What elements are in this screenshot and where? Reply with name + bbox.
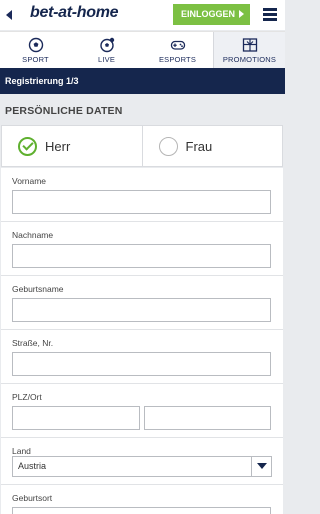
field-vorname: Vorname [1,168,283,222]
login-button[interactable]: EINLOGGEN [173,4,250,25]
field-plz-ort: PLZ/Ort [1,384,283,438]
radio-checked-icon[interactable] [18,136,37,156]
field-label: PLZ/Ort [12,392,42,402]
tab-label: SPORT [22,55,49,64]
tab-label: ESPORTS [158,55,197,64]
ort-input[interactable] [144,406,271,430]
field-label: Land [12,446,31,456]
field-label: Vorname [12,176,47,186]
tab-esports[interactable]: ESPORTS [142,32,213,68]
tab-label: PROMOTIONS [222,55,277,64]
field-label: Nachname [12,230,54,240]
nachname-input[interactable] [12,244,271,268]
back-arrow-icon[interactable] [6,10,12,20]
tab-live[interactable]: LIVE [71,32,142,68]
brand-logo[interactable]: bet-at-home [30,4,119,22]
gender-option-herr[interactable]: Herr [2,126,142,166]
field-geburtsname: Geburtsname [1,276,283,330]
chevron-right-icon [239,10,244,18]
section-title: PERSÖNLICHE DATEN [5,105,123,117]
tab-promotions[interactable]: PROMOTIONS [213,32,285,68]
gender-selector: Herr Frau [1,125,283,167]
chevron-down-icon[interactable] [251,457,271,476]
soccer-ball-icon [28,37,43,53]
live-ball-icon [99,37,114,53]
login-button-label: EINLOGGEN [181,9,236,19]
field-label: Geburtsname [12,284,64,294]
field-land: Land Austria [1,438,283,485]
gamepad-icon [170,40,185,50]
field-label: Geburtsort [12,493,53,503]
gender-option-frau[interactable]: Frau [141,126,283,166]
gift-icon [242,38,257,52]
gender-label: Herr [45,138,71,154]
plz-input[interactable] [12,406,140,430]
geburtsname-input[interactable] [12,298,271,322]
field-nachname: Nachname [1,222,283,276]
country-select-value: Austria [18,461,47,471]
geburtsort-input[interactable] [12,507,271,514]
main-nav: SPORT LIVE ESPORTS PROMOTIONS [0,31,285,68]
field-geburtsort: Geburtsort [1,485,283,514]
registration-step-bar: Registrierung 1/3 [0,68,285,94]
vorname-input[interactable] [12,190,271,214]
menu-icon[interactable] [263,8,277,21]
country-select[interactable]: Austria [12,456,272,477]
field-label: Straße, Nr. [12,338,54,348]
radio-unchecked-icon[interactable] [158,136,178,156]
top-header: bet-at-home EINLOGGEN [0,0,285,30]
tab-label: LIVE [97,55,116,64]
tab-sport[interactable]: SPORT [0,32,71,68]
gender-label: Frau [185,138,213,154]
strasse-input[interactable] [12,352,271,376]
field-strasse: Straße, Nr. [1,330,283,384]
